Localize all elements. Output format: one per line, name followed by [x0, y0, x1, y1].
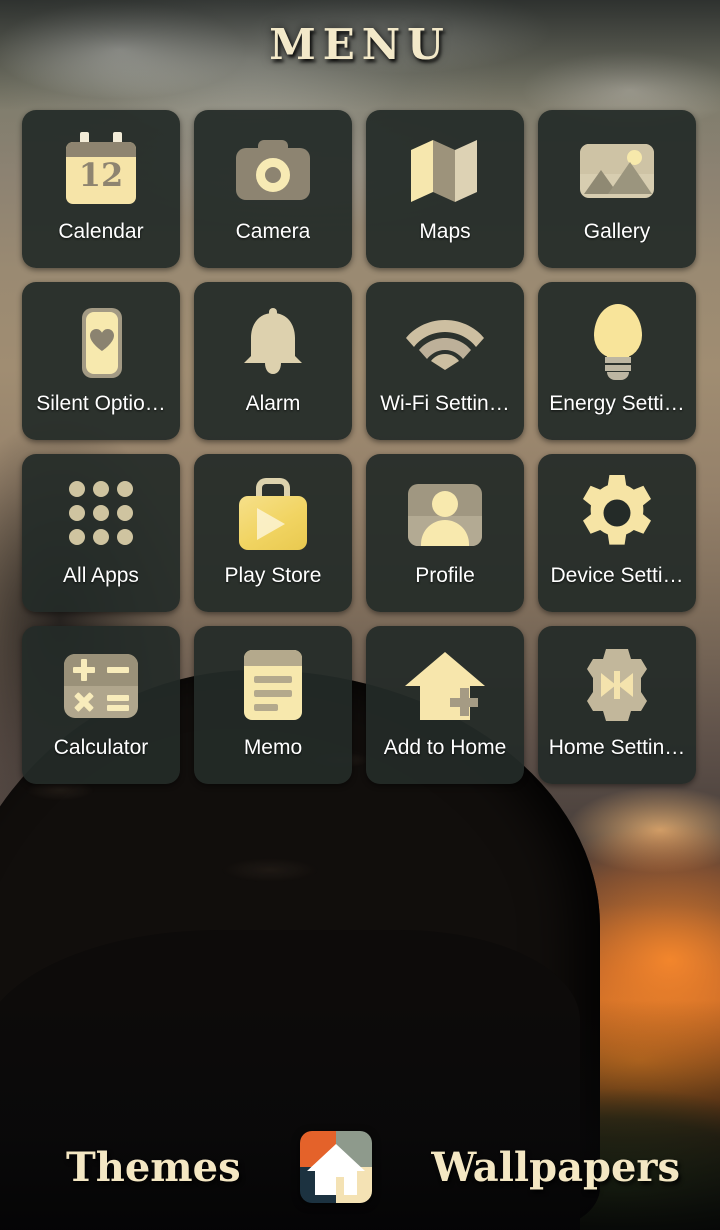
app-tile-all-apps[interactable]: All Apps — [22, 454, 180, 612]
themes-button[interactable]: Themes — [66, 1144, 241, 1191]
calculator-icon — [58, 642, 144, 728]
app-label: Camera — [235, 220, 311, 243]
app-label: Play Store — [224, 564, 322, 587]
bell-icon — [230, 298, 316, 384]
play-store-bag-icon — [230, 470, 316, 556]
app-drawer-grid-icon — [58, 470, 144, 556]
menu-header: MENU — [0, 0, 720, 88]
add-to-home-house-plus-icon — [402, 642, 488, 728]
app-label: Wi-Fi Settin… — [380, 392, 510, 415]
wifi-icon — [402, 298, 488, 384]
app-label: Calculator — [53, 736, 149, 759]
home-house-glyph — [306, 1144, 365, 1195]
app-label: Alarm — [245, 392, 301, 415]
bottom-bar: Themes Wallpapers — [0, 1110, 720, 1230]
wallpapers-button[interactable]: Wallpapers — [431, 1144, 680, 1191]
app-label: Gallery — [583, 220, 651, 243]
app-label: Memo — [243, 736, 303, 759]
app-tile-home-settings[interactable]: Home Settin… — [538, 626, 696, 784]
app-grid: 12 Calendar Camera Maps Gallery Silent O… — [22, 110, 698, 784]
home-button-icon[interactable] — [299, 1131, 372, 1203]
app-tile-camera[interactable]: Camera — [194, 110, 352, 268]
app-tile-play-store[interactable]: Play Store — [194, 454, 352, 612]
profile-person-icon — [402, 470, 488, 556]
memo-note-icon — [230, 642, 316, 728]
app-tile-maps[interactable]: Maps — [366, 110, 524, 268]
gallery-image-icon — [574, 126, 660, 212]
app-tile-calendar[interactable]: 12 Calendar — [22, 110, 180, 268]
app-label: Home Settin… — [548, 736, 686, 759]
app-label: Silent Optio… — [36, 392, 166, 415]
gear-icon — [574, 470, 660, 556]
lightbulb-icon — [574, 298, 660, 384]
app-label: Energy Setti… — [549, 392, 685, 415]
app-tile-energy-settings[interactable]: Energy Setti… — [538, 282, 696, 440]
app-label: Device Setti… — [550, 564, 684, 587]
app-label: Calendar — [58, 220, 144, 243]
app-tile-add-to-home[interactable]: Add to Home — [366, 626, 524, 784]
page-title: MENU — [269, 19, 451, 69]
app-tile-memo[interactable]: Memo — [194, 626, 352, 784]
app-tile-device-settings[interactable]: Device Setti… — [538, 454, 696, 612]
app-label: All Apps — [63, 564, 139, 587]
app-tile-silent-options[interactable]: Silent Optio… — [22, 282, 180, 440]
home-settings-gear-icon — [574, 642, 660, 728]
calendar-icon: 12 — [58, 126, 144, 212]
silent-options-phone-heart-icon — [58, 298, 144, 384]
app-tile-alarm[interactable]: Alarm — [194, 282, 352, 440]
app-label: Profile — [415, 564, 475, 587]
app-label: Add to Home — [383, 736, 507, 759]
app-tile-wifi-settings[interactable]: Wi-Fi Settin… — [366, 282, 524, 440]
camera-icon — [230, 126, 316, 212]
app-tile-gallery[interactable]: Gallery — [538, 110, 696, 268]
app-label: Maps — [419, 220, 471, 243]
app-tile-profile[interactable]: Profile — [366, 454, 524, 612]
map-icon — [402, 126, 488, 212]
calendar-date-number: 12 — [78, 156, 124, 194]
app-tile-calculator[interactable]: Calculator — [22, 626, 180, 784]
